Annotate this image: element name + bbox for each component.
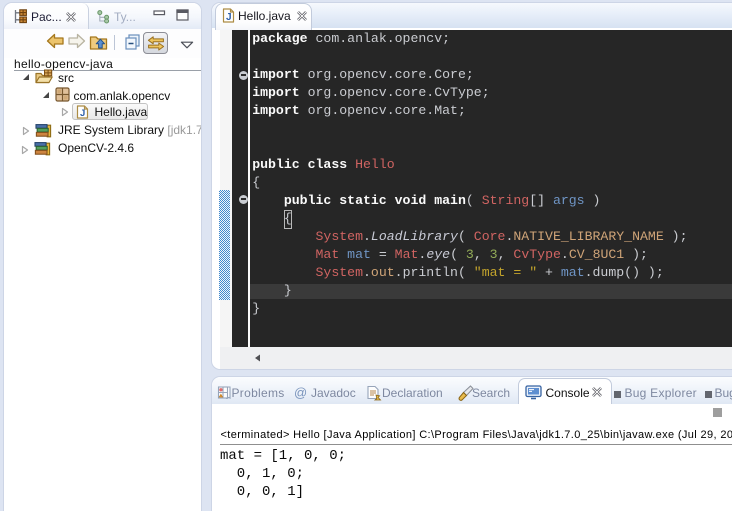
svg-text:J: J bbox=[226, 12, 232, 23]
svg-text:J: J bbox=[80, 108, 85, 119]
